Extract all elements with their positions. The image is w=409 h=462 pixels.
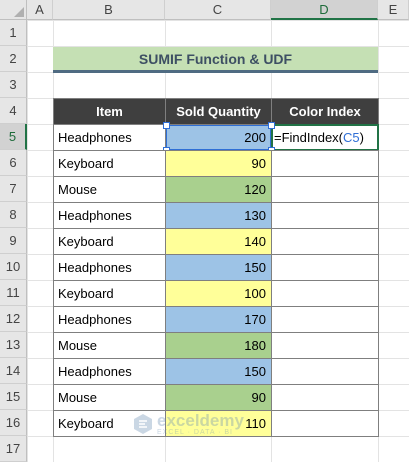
row-header-17[interactable]: 17 (0, 436, 27, 462)
color-index-cell[interactable] (271, 228, 379, 255)
quantity-cell[interactable]: 130 (165, 202, 272, 229)
sheet-title[interactable]: SUMIF Function & UDF (53, 47, 378, 73)
column-header-a[interactable]: A (27, 0, 53, 20)
quantity-cell[interactable]: 170 (165, 306, 272, 333)
row-header-11[interactable]: 11 (0, 280, 27, 306)
row-header-16[interactable]: 16 (0, 410, 27, 436)
row-header-3[interactable]: 3 (0, 72, 27, 98)
select-all-button[interactable] (0, 0, 27, 20)
active-cell-formula[interactable]: =FindIndex(C5) (271, 124, 379, 151)
quantity-cell[interactable]: 100 (165, 280, 272, 307)
watermark-name: exceldemy (157, 411, 244, 430)
quantity-cell[interactable]: 90 (165, 384, 272, 411)
quantity-cell[interactable]: 200 (165, 124, 272, 151)
row-header-9[interactable]: 9 (0, 228, 27, 254)
header-sold-quantity[interactable]: Sold Quantity (165, 98, 272, 125)
item-cell[interactable]: Keyboard (53, 280, 166, 307)
row-header-5[interactable]: 5 (0, 124, 27, 150)
column-header-c[interactable]: C (165, 0, 271, 20)
row-header-6[interactable]: 6 (0, 150, 27, 176)
row-header-4[interactable]: 4 (0, 98, 27, 124)
color-index-cell[interactable] (271, 202, 379, 229)
color-index-cell[interactable] (271, 332, 379, 359)
header-color-index[interactable]: Color Index (271, 98, 379, 125)
row-header-13[interactable]: 13 (0, 332, 27, 358)
quantity-cell[interactable]: 120 (165, 176, 272, 203)
item-cell[interactable]: Headphones (53, 124, 166, 151)
color-index-cell[interactable] (271, 176, 379, 203)
item-cell[interactable]: Mouse (53, 176, 166, 203)
row-header-2[interactable]: 2 (0, 46, 27, 72)
color-index-cell[interactable] (271, 254, 379, 281)
column-header-d[interactable]: D (271, 0, 378, 20)
item-cell[interactable]: Mouse (53, 332, 166, 359)
quantity-cell[interactable]: 150 (165, 358, 272, 385)
item-cell[interactable]: Headphones (53, 254, 166, 281)
formula-ref: C5 (343, 130, 360, 145)
color-index-cell[interactable] (271, 358, 379, 385)
color-index-cell[interactable] (271, 384, 379, 411)
row-header-14[interactable]: 14 (0, 358, 27, 384)
item-cell[interactable]: Headphones (53, 358, 166, 385)
ref-handle[interactable] (268, 122, 275, 129)
row-header-1[interactable]: 1 (0, 20, 27, 46)
row-header-8[interactable]: 8 (0, 202, 27, 228)
column-header-e[interactable]: E (378, 0, 409, 20)
item-cell[interactable]: Headphones (53, 306, 166, 333)
quantity-cell[interactable]: 150 (165, 254, 272, 281)
color-index-cell[interactable] (271, 410, 379, 437)
item-cell[interactable]: Keyboard (53, 150, 166, 177)
quantity-cell[interactable]: 140 (165, 228, 272, 255)
color-index-cell[interactable] (271, 150, 379, 177)
exceldemy-logo-icon (134, 414, 152, 434)
formula-text: =FindIndex( (274, 130, 344, 145)
watermark-tagline: EXCEL · DATA · BI (157, 429, 233, 436)
formula-close: ) (359, 130, 364, 145)
exceldemy-watermark: exceldemy EXCEL · DATA · BI (132, 412, 244, 436)
quantity-cell[interactable]: 90 (165, 150, 272, 177)
row-header-12[interactable]: 12 (0, 306, 27, 332)
item-cell[interactable]: Keyboard (53, 228, 166, 255)
quantity-cell[interactable]: 180 (165, 332, 272, 359)
row-header-7[interactable]: 7 (0, 176, 27, 202)
color-index-cell[interactable] (271, 280, 379, 307)
row-header-15[interactable]: 15 (0, 384, 27, 410)
row-header-10[interactable]: 10 (0, 254, 27, 280)
item-cell[interactable]: Headphones (53, 202, 166, 229)
item-cell[interactable]: Mouse (53, 384, 166, 411)
column-header-b[interactable]: B (53, 0, 165, 20)
color-index-cell[interactable] (271, 306, 379, 333)
ref-handle[interactable] (163, 122, 170, 129)
header-item[interactable]: Item (53, 98, 166, 125)
